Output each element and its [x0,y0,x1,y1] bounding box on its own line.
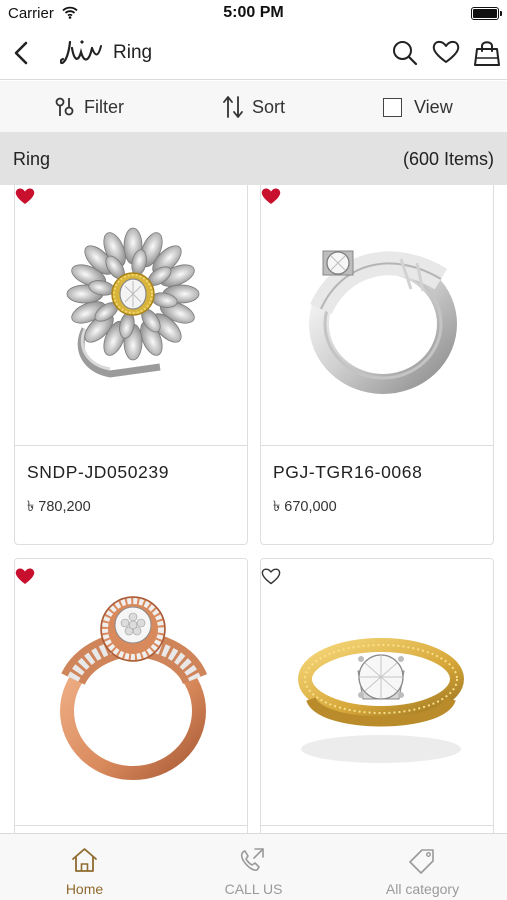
tab-home[interactable]: Home [0,834,169,900]
product-card[interactable] [260,558,494,833]
gold-solitaire-ring-image [298,638,464,763]
filter-toolbar: Filter Sort View [0,81,507,133]
view-toggle[interactable]: View [383,81,453,133]
sort-button[interactable]: Sort [222,81,285,133]
back-arrow-icon[interactable] [10,40,34,66]
tab-call-us[interactable]: CALL US [169,834,338,900]
view-checkbox[interactable] [383,97,402,117]
sort-label: Sort [252,96,286,117]
product-sku: PGJ-TGR16-0068 [273,462,423,482]
category-name: Ring [13,149,51,169]
rose-gold-halo-ring-image [60,596,208,780]
page-title: Ring [113,42,153,63]
product-card[interactable]: PGJ-TGR16-0068 ৳ 670,000 [260,185,494,545]
favorite-heart-icon[interactable] [15,567,35,585]
search-icon[interactable] [391,39,419,67]
filter-button[interactable]: Filter [54,81,124,133]
category-header: Ring (600 Items) [0,133,507,185]
view-label: View [414,96,453,117]
product-image[interactable] [15,559,247,825]
item-count: (600 Items) [402,149,494,169]
card-divider [15,445,247,446]
product-image[interactable] [261,559,493,825]
bottom-tab-bar: Home CALL US All category [0,833,507,900]
product-sku: SNDP-JD050239 [27,462,170,482]
card-divider [261,825,493,826]
favorite-heart-outline-icon[interactable] [261,567,281,585]
brand-logo-icon [60,40,102,65]
phone-icon [240,848,264,871]
tab-call-us-label: CALL US [224,881,283,897]
product-grid: SNDP-JD050239 ৳ 780,200 PGJ-TGR16-0068 ৳… [0,185,507,833]
silver-solitaire-ring-image [309,250,457,394]
product-card[interactable] [14,558,248,833]
shopping-bag-icon[interactable] [473,38,501,68]
wishlist-heart-icon[interactable] [432,39,460,65]
home-icon [72,848,97,872]
product-card[interactable]: SNDP-JD050239 ৳ 780,200 [14,185,248,545]
filter-sliders-icon [55,97,74,116]
card-divider [15,825,247,826]
product-image[interactable] [15,185,247,445]
product-image[interactable] [261,185,493,445]
status-bar: Carrier 5:00 PM [0,0,507,28]
favorite-heart-icon[interactable] [261,187,281,205]
favorite-heart-icon[interactable] [15,187,35,205]
clock: 5:00 PM [223,4,284,21]
tab-home-label: Home [65,881,104,897]
flower-diamond-ring-image [66,227,200,378]
card-divider [261,445,493,446]
product-price: ৳ 670,000 [273,499,337,515]
navigation-bar: Ring [0,28,507,80]
filter-label: Filter [84,96,124,117]
tag-icon [409,849,434,874]
sort-arrows-icon [223,96,243,118]
product-price: ৳ 780,200 [27,499,91,515]
tab-all-category[interactable]: All category [338,834,507,900]
battery-icon [471,7,502,20]
tab-all-category-label: All category [385,881,460,897]
